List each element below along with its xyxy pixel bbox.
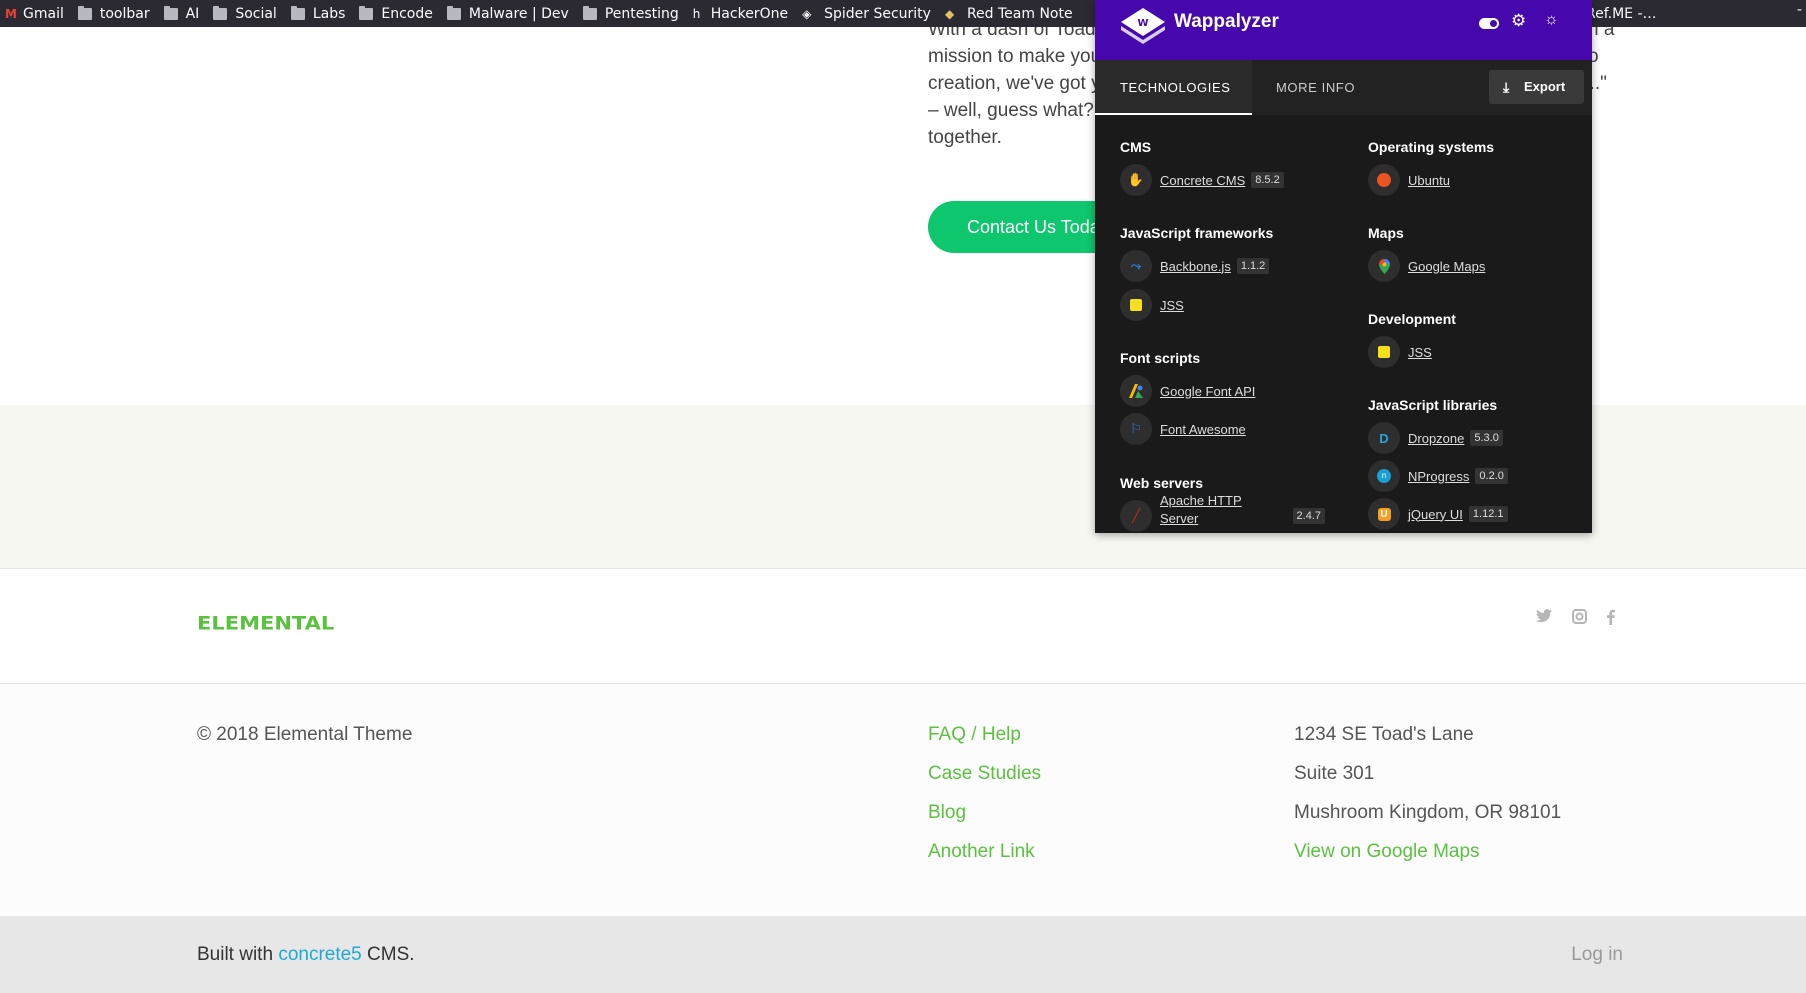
google-font-icon <box>1120 375 1152 407</box>
google-maps-icon <box>1368 250 1400 282</box>
category-js-frameworks: JavaScript frameworks <box>1120 225 1274 241</box>
tech-nprogress[interactable]: n NProgress 0.2.0 <box>1368 460 1508 492</box>
twitter-icon[interactable] <box>1535 609 1553 627</box>
tech-backbone[interactable]: ⤳ Backbone.js 1.1.2 <box>1120 250 1270 282</box>
redteam-icon: ◆ <box>944 6 955 21</box>
wappalyzer-logo-icon: W <box>1119 6 1167 48</box>
bookmark-folder-toolbar[interactable]: toolbar <box>73 0 159 27</box>
concrete5-link[interactable]: concrete5 <box>278 944 361 965</box>
download-icon: ⤓ <box>1503 79 1510 95</box>
tech-dropzone[interactable]: D Dropzone 5.3.0 <box>1368 422 1503 454</box>
copyright: © 2018 Elemental Theme <box>197 724 413 745</box>
export-button[interactable]: ⤓ Export <box>1489 70 1584 104</box>
footer-link-case-studies[interactable]: Case Studies <box>928 763 1041 802</box>
category-js-libraries: JavaScript libraries <box>1368 397 1498 413</box>
bookmark-gmail[interactable]: M Gmail <box>0 0 73 27</box>
folder-icon <box>77 5 92 20</box>
category-cms: CMS <box>1120 139 1152 155</box>
version-badge: 8.5.2 <box>1251 172 1284 188</box>
footer: © 2018 Elemental Theme FAQ / Help Case S… <box>0 684 1806 916</box>
address-line: 1234 SE Toad's Lane <box>1294 724 1474 745</box>
instagram-icon[interactable] <box>1570 609 1588 627</box>
category-operating-systems: Operating systems <box>1368 139 1495 155</box>
concrete-icon: ✋ <box>1120 164 1152 196</box>
theme-sun-icon[interactable]: ☼ <box>1544 11 1559 29</box>
login-link[interactable]: Log in <box>1571 944 1623 966</box>
category-development: Development <box>1368 311 1456 327</box>
jss-icon <box>1120 289 1152 321</box>
bookmark-refme[interactable]: Ref.ME -… <box>1586 0 1657 27</box>
footer-link-another[interactable]: Another Link <box>928 841 1041 880</box>
footer-link-blog[interactable]: Blog <box>928 802 1041 841</box>
folder-icon <box>446 5 461 20</box>
facebook-icon[interactable] <box>1601 609 1619 627</box>
version-badge: 0.2.0 <box>1475 468 1508 484</box>
folder-icon <box>290 5 305 20</box>
tech-google-font-api[interactable]: Google Font API <box>1120 375 1255 407</box>
tech-apache[interactable]: ╱ Apache HTTP Server 2.4.7 <box>1120 493 1325 532</box>
wappalyzer-tabs: TECHNOLOGIES MORE INFO ⤓ Export <box>1095 60 1592 115</box>
toggle-switch[interactable] <box>1479 18 1499 29</box>
category-maps: Maps <box>1368 225 1404 241</box>
google-maps-link[interactable]: View on Google Maps <box>1294 841 1561 880</box>
address-line: Suite 301 <box>1294 763 1375 784</box>
version-badge: 5.3.0 <box>1470 430 1503 446</box>
folder-icon <box>359 5 374 20</box>
gear-icon[interactable]: ⚙ <box>1511 11 1526 31</box>
footer-link-faq[interactable]: FAQ / Help <box>928 724 1041 763</box>
wappalyzer-title: Wappalyzer <box>1174 11 1279 32</box>
built-with: Built with concrete5 CMS. <box>197 944 415 965</box>
version-badge: 2.4.7 <box>1292 508 1325 524</box>
tech-ubuntu[interactable]: Ubuntu <box>1368 164 1450 196</box>
folder-icon <box>213 5 228 20</box>
dropzone-icon: D <box>1368 422 1400 454</box>
tech-google-maps[interactable]: Google Maps <box>1368 250 1485 282</box>
jss-icon <box>1368 336 1400 368</box>
bookmark-folder-labs[interactable]: Labs <box>286 0 355 27</box>
bottom-bar: Built with concrete5 CMS. Log in <box>0 916 1806 993</box>
apache-icon: ╱ <box>1120 500 1152 532</box>
nprogress-icon: n <box>1368 460 1400 492</box>
folder-icon <box>163 5 178 20</box>
font-awesome-icon: ⚐ <box>1120 413 1152 445</box>
spider-icon: ◈ <box>802 6 812 21</box>
bookmark-folder-malware-dev[interactable]: Malware | Dev <box>442 0 578 27</box>
svg-text:W: W <box>1137 18 1148 29</box>
footer-logo-row: ELEMENTAL <box>0 569 1806 684</box>
category-web-servers: Web servers <box>1120 475 1204 491</box>
ubuntu-icon <box>1368 164 1400 196</box>
version-badge: 1.1.2 <box>1236 258 1270 274</box>
jquery-ui-icon: U <box>1368 498 1400 530</box>
version-badge: 1.12.1 <box>1468 506 1508 522</box>
tech-jquery-ui[interactable]: U jQuery UI 1.12.1 <box>1368 498 1508 530</box>
bookmark-folder-ai[interactable]: AI <box>159 0 209 27</box>
bookmark-folder-social[interactable]: Social <box>208 0 286 27</box>
address-line: Mushroom Kingdom, OR 98101 <box>1294 802 1562 823</box>
tab-more-info[interactable]: MORE INFO <box>1276 60 1355 115</box>
bookmarks-overflow[interactable]: - <box>1797 0 1802 27</box>
folder-icon <box>582 5 597 20</box>
bookmark-red-team-note[interactable]: ◆ Red Team Note <box>940 0 1082 27</box>
footer-links: FAQ / Help Case Studies Blog Another Lin… <box>928 724 1041 880</box>
gmail-icon: M <box>5 6 17 21</box>
wappalyzer-popup: W Wappalyzer ⚙ ☼ TECHNOLOGIES MORE INFO … <box>1095 0 1592 533</box>
site-logo[interactable]: ELEMENTAL <box>197 612 334 634</box>
backbone-icon: ⤳ <box>1120 250 1152 282</box>
bookmark-folder-pentesting[interactable]: Pentesting <box>578 0 688 27</box>
technologies-list: CMS ✋ Concrete CMS 8.5.2 JavaScript fram… <box>1095 115 1592 533</box>
category-font-scripts: Font scripts <box>1120 350 1201 366</box>
bookmark-hackerone[interactable]: h HackerOne <box>688 0 797 27</box>
tech-concrete-cms[interactable]: ✋ Concrete CMS 8.5.2 <box>1120 164 1284 196</box>
hackerone-icon: h <box>692 6 701 21</box>
wappalyzer-header: W Wappalyzer ⚙ ☼ <box>1095 0 1592 60</box>
bookmark-folder-encode[interactable]: Encode <box>354 0 441 27</box>
tab-technologies[interactable]: TECHNOLOGIES <box>1095 60 1252 115</box>
tech-font-awesome[interactable]: ⚐ Font Awesome <box>1120 413 1246 445</box>
address: 1234 SE Toad's Lane Suite 301 Mushroom K… <box>1294 724 1561 880</box>
tech-jss[interactable]: JSS <box>1120 289 1184 321</box>
bookmark-spider-security[interactable]: ◈ Spider Security <box>797 0 940 27</box>
tech-jss-dev[interactable]: JSS <box>1368 336 1432 368</box>
